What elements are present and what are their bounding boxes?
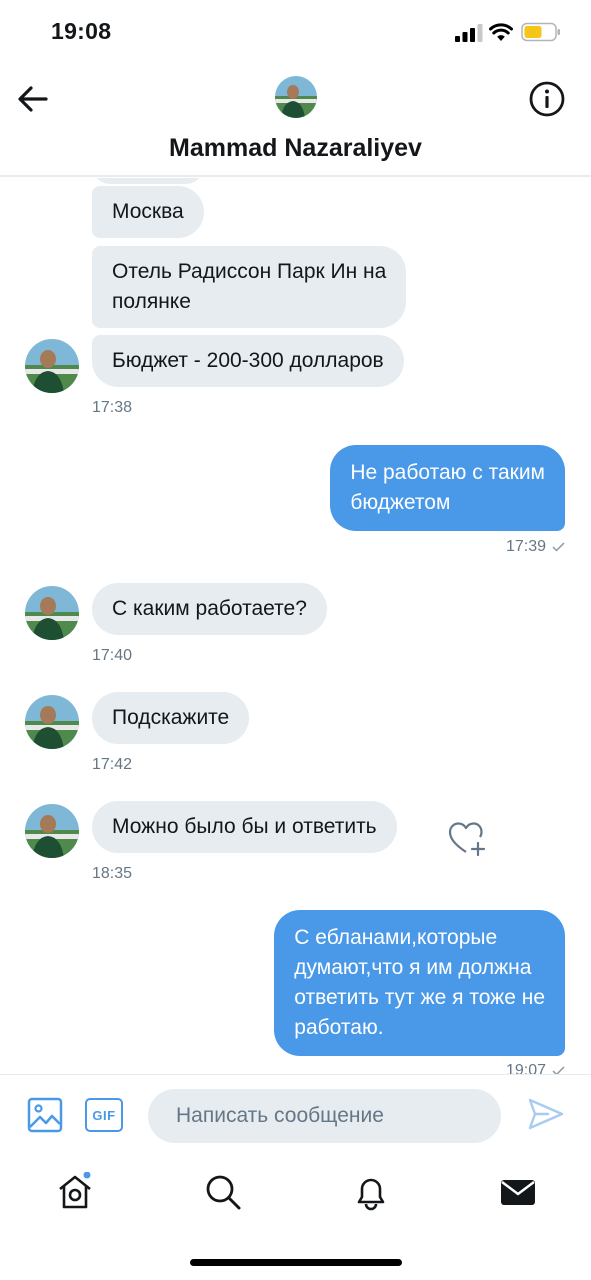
message-bubble[interactable]: Подскажите [92,692,250,744]
bottom-tab-bar [0,1158,591,1280]
message-text: бюджетом [350,491,451,514]
message-bubble-partial [92,178,204,184]
message-timestamp: 17:39 [506,538,565,556]
bell-icon[interactable] [351,1172,391,1212]
message-timestamp: 17:42 [92,756,133,773]
message-thread[interactable]: Москва Отель Радиссон Парк Ин на полянке… [0,178,591,1074]
contact-avatar[interactable] [25,586,79,640]
home-icon[interactable] [55,1172,95,1212]
contact-avatar[interactable] [25,804,79,858]
sent-check-icon [552,1066,565,1074]
message-bubble[interactable]: Можно было бы и ответить [92,801,397,853]
message-text: Можно было бы и ответить [112,815,377,838]
message-bubble-own[interactable]: Не работаю с таким бюджетом [330,445,565,531]
message-bubble-own[interactable]: С ебланами,которые думают,что я им должн… [274,910,565,1056]
sent-check-icon [552,542,565,552]
contact-avatar[interactable] [25,695,79,749]
message-bubble[interactable]: С каким работаете? [92,583,327,635]
message-text: Бюджет - 200-300 долларов [112,349,384,372]
message-text: ответить тут же я тоже не [294,986,545,1009]
search-icon[interactable] [203,1172,243,1212]
status-bar: 19:08 [0,0,591,62]
heart-plus-icon[interactable] [448,821,486,857]
status-time: 19:08 [51,18,112,44]
message-timestamp: 17:38 [92,399,133,416]
contact-avatar[interactable] [25,339,79,393]
send-icon[interactable] [528,1097,564,1131]
message-text: думают,что я им должна [294,956,532,979]
contact-name[interactable]: Mammad Nazaraliyev [0,134,591,163]
conversation-header: Mammad Nazaraliyev [0,62,591,177]
gif-button[interactable]: GIF [85,1098,123,1132]
message-text: Не работаю с таким [350,461,545,484]
message-timestamp: 18:35 [92,865,133,882]
message-text: С ебланами,которые [294,926,498,949]
info-icon[interactable] [528,80,566,118]
message-bubble[interactable]: Бюджет - 200-300 долларов [92,335,404,387]
message-time: 19:07 [505,1062,546,1074]
message-bubble[interactable]: Отель Радиссон Парк Ин на полянке [92,246,407,328]
envelope-icon[interactable] [498,1172,538,1212]
message-text: работаю. [294,1016,384,1039]
contact-avatar[interactable] [275,76,317,118]
message-text: Подскажите [112,706,230,729]
wifi-icon [489,23,513,41]
cellular-signal-icon [455,24,483,42]
message-timestamp: 19:07 [506,1062,565,1074]
message-text: С каким работаете? [112,597,307,620]
back-arrow-icon[interactable] [16,84,50,114]
home-indicator [190,1259,402,1266]
message-composer: GIF [0,1074,591,1158]
message-timestamp: 17:40 [92,647,133,664]
message-text: Москва [112,200,184,223]
message-text: Отель Радиссон Парк Ин на [112,260,387,283]
message-input[interactable] [148,1089,501,1143]
message-text: полянке [112,290,191,313]
message-bubble[interactable]: Москва [92,186,204,238]
message-time: 17:39 [505,538,546,555]
battery-icon [521,22,560,42]
image-icon[interactable] [27,1097,63,1133]
